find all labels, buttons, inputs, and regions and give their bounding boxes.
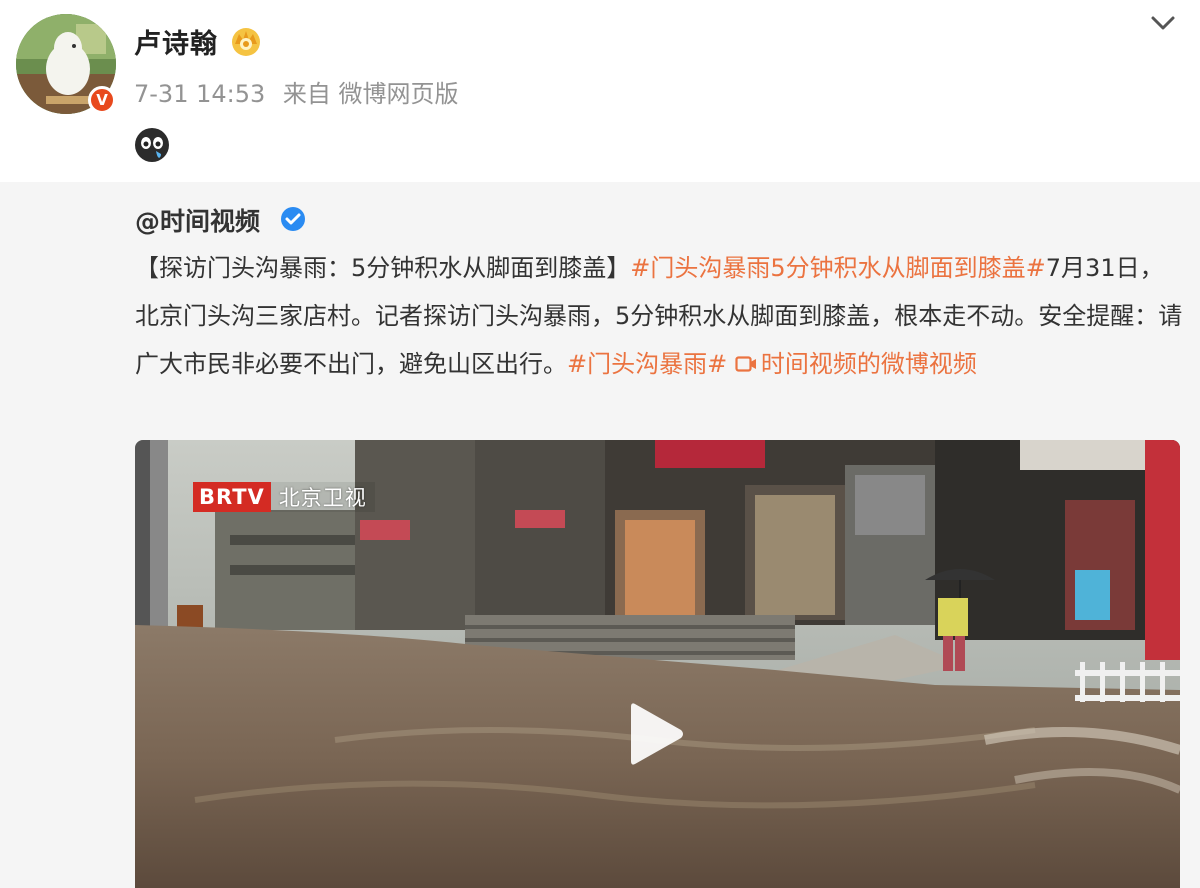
post-date[interactable]: 7-31 14:53 — [134, 80, 265, 108]
author-name[interactable]: 卢诗翰 — [134, 22, 218, 61]
crying-emoji-icon — [135, 128, 169, 162]
hashtag-link[interactable]: #门头沟暴雨5分钟积水从脚面到膝盖# — [630, 254, 1046, 282]
play-icon[interactable] — [627, 698, 687, 770]
brtv-logo: BRTV 北京卫视 — [193, 482, 375, 512]
post-header: V 卢诗翰 7-31 14:53 来自 微博网页版 — [0, 0, 1200, 182]
post-meta: 7-31 14:53 来自 微博网页版 — [134, 74, 469, 109]
chevron-down-icon[interactable] — [1148, 10, 1178, 36]
brtv-channel: 北京卫视 — [270, 482, 375, 512]
hashtag-link[interactable]: #门头沟暴雨# — [567, 350, 727, 378]
repost-text: 【探访门头沟暴雨：5分钟积水从脚面到膝盖】#门头沟暴雨5分钟积水从脚面到膝盖#7… — [135, 244, 1185, 388]
video-link-label[interactable]: 时间视频的微博视频 — [761, 350, 977, 378]
author-avatar[interactable]: V — [16, 14, 116, 114]
video-link-icon — [735, 356, 756, 372]
video-player[interactable]: BRTV 北京卫视 — [135, 440, 1180, 888]
crown-icon[interactable] — [228, 24, 264, 58]
post-source: 来自 微博网页版 — [282, 80, 459, 108]
blue-verified-icon — [281, 207, 305, 231]
repost-intro: 【探访门头沟暴雨：5分钟积水从脚面到膝盖】 — [135, 254, 631, 282]
repost-card: @时间视频 【探访门头沟暴雨：5分钟积水从脚面到膝盖】#门头沟暴雨5分钟积水从脚… — [0, 182, 1200, 888]
brtv-brand: BRTV — [193, 482, 271, 512]
video-link[interactable]: 时间视频的微博视频 — [735, 350, 977, 378]
repost-author[interactable]: @时间视频 — [135, 202, 260, 238]
verified-badge-icon: V — [88, 86, 116, 114]
